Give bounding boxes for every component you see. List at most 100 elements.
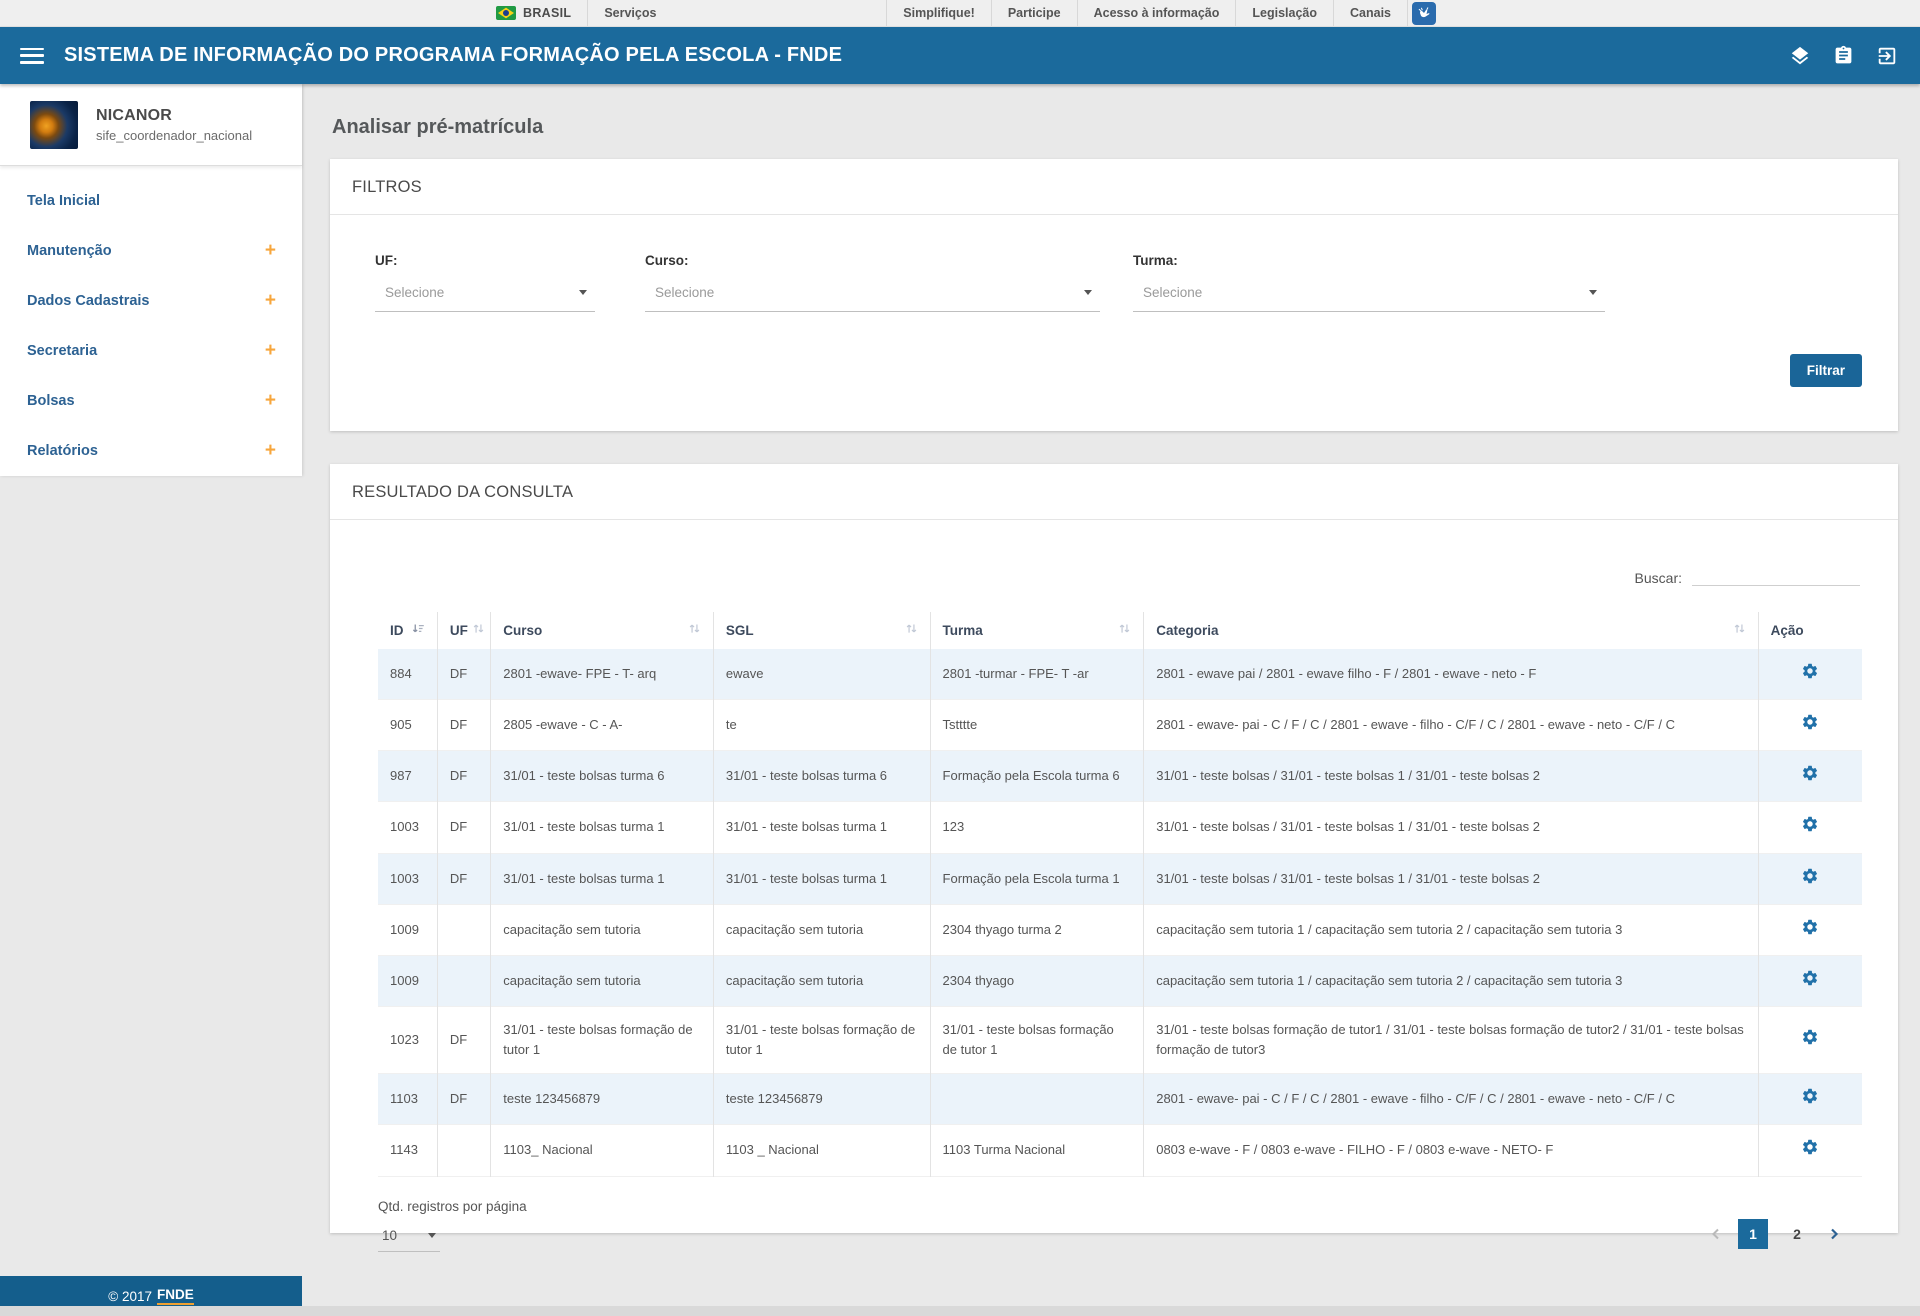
sort-icon[interactable] <box>472 622 485 638</box>
layers-icon[interactable] <box>1789 45 1811 67</box>
gear-icon[interactable] <box>1801 867 1819 885</box>
expand-plus-icon[interactable]: + <box>265 344 276 358</box>
cell-curso: 31/01 - teste bolsas turma 1 <box>491 853 714 904</box>
brasil-brand[interactable]: BRASIL <box>480 0 588 26</box>
column-header-sgl[interactable]: SGL <box>713 612 930 649</box>
fnde-link[interactable]: FNDE <box>157 1287 194 1305</box>
cell-turma: 2304 thyago turma 2 <box>930 904 1144 955</box>
govbar-link[interactable]: Participe <box>992 0 1078 26</box>
cell-categoria: 2801 - ewave- pai - C / F / C / 2801 - e… <box>1144 1074 1758 1125</box>
sidebar-item-bolsas[interactable]: Bolsas+ <box>0 376 302 426</box>
page-button-1[interactable]: 1 <box>1738 1219 1768 1249</box>
sidebar-item-label: Secretaria <box>27 343 97 359</box>
sidebar: NICANOR sife_coordenador_nacional Tela I… <box>0 84 302 1316</box>
cell-action <box>1758 1074 1862 1125</box>
table-row: 884DF2801 -ewave- FPE - T- arqewave2801 … <box>378 649 1862 700</box>
cell-categoria: capacitação sem tutoria 1 / capacitação … <box>1144 904 1758 955</box>
logout-icon[interactable] <box>1876 45 1898 67</box>
cell-sgl: teste 123456879 <box>713 1074 930 1125</box>
per-page-select[interactable]: 10 <box>378 1228 440 1252</box>
table-row: 11431103_ Nacional1103 _ Nacional1103 Tu… <box>378 1125 1862 1176</box>
cell-categoria: 31/01 - teste bolsas / 31/01 - teste bol… <box>1144 853 1758 904</box>
sidebar-item-secretaria[interactable]: Secretaria + <box>0 326 302 376</box>
gov-top-bar: BRASIL Serviços Simplifique!ParticipeAce… <box>0 0 1920 27</box>
govbar-link[interactable]: Legislação <box>1236 0 1334 26</box>
filter-select[interactable]: Selecione <box>645 283 1100 312</box>
govbar-link-servicos[interactable]: Serviços <box>588 0 672 26</box>
table-row: 1003DF31/01 - teste bolsas turma 131/01 … <box>378 802 1862 853</box>
expand-plus-icon[interactable]: + <box>265 244 276 258</box>
filters-fields-row: UF:SelecioneCurso:SelecioneTurma:Selecio… <box>375 253 1862 312</box>
filter-select[interactable]: Selecione <box>375 283 595 312</box>
sidebar-item-label: Tela Inicial <box>27 193 100 209</box>
gear-icon[interactable] <box>1801 969 1819 987</box>
search-input[interactable] <box>1692 566 1860 586</box>
cell-sgl: capacitação sem tutoria <box>713 955 930 1006</box>
column-header-id[interactable]: ID <box>378 612 437 649</box>
cell-uf <box>437 1125 490 1176</box>
cell-id: 1003 <box>378 802 437 853</box>
cell-id: 1143 <box>378 1125 437 1176</box>
user-name: NICANOR <box>96 107 252 125</box>
gear-icon[interactable] <box>1801 713 1819 731</box>
select-value: Selecione <box>385 285 444 300</box>
column-label: Categoria <box>1156 623 1218 638</box>
cell-curso: 31/01 - teste bolsas turma 1 <box>491 802 714 853</box>
column-label: Turma <box>943 623 983 638</box>
page-button-2[interactable]: 2 <box>1782 1219 1812 1249</box>
sort-icon[interactable] <box>905 622 918 638</box>
gear-icon[interactable] <box>1801 662 1819 680</box>
govbar-link[interactable]: Acesso à informação <box>1078 0 1237 26</box>
filter-label: Curso: <box>645 253 1100 268</box>
next-page-button[interactable] <box>1826 1226 1842 1242</box>
sidebar-item-manuten-o[interactable]: Manutenção+ <box>0 226 302 276</box>
hands-icon <box>1416 6 1432 21</box>
column-header-curso[interactable]: Curso <box>491 612 714 649</box>
chevron-down-icon <box>428 1233 436 1238</box>
column-label: Curso <box>503 623 542 638</box>
clipboard-icon[interactable] <box>1833 45 1854 66</box>
cell-turma: 31/01 - teste bolsas formação de tutor 1 <box>930 1006 1144 1073</box>
govbar-link[interactable]: Simplifique! <box>886 0 992 26</box>
sort-icon[interactable] <box>412 622 425 638</box>
app-title: SISTEMA DE INFORMAÇÃO DO PROGRAMA FORMAÇ… <box>64 44 1789 67</box>
prev-page-button[interactable] <box>1708 1226 1724 1242</box>
gear-icon[interactable] <box>1801 1138 1819 1156</box>
expand-plus-icon[interactable]: + <box>265 394 276 408</box>
gear-icon[interactable] <box>1801 1028 1819 1046</box>
sidebar-item-dados-cadastrais[interactable]: Dados Cadastrais+ <box>0 276 302 326</box>
expand-plus-icon[interactable]: + <box>265 294 276 308</box>
cell-categoria: 31/01 - teste bolsas / 31/01 - teste bol… <box>1144 751 1758 802</box>
gear-icon[interactable] <box>1801 815 1819 833</box>
gear-icon[interactable] <box>1801 918 1819 936</box>
results-panel: RESULTADO DA CONSULTA Buscar: IDUFCursoS… <box>330 464 1898 1233</box>
sidebar-item-relat-rios[interactable]: Relatórios+ <box>0 426 302 476</box>
column-header-categoria[interactable]: Categoria <box>1144 612 1758 649</box>
sidebar-item-tela-inicial[interactable]: Tela Inicial <box>0 176 302 226</box>
column-header-turma[interactable]: Turma <box>930 612 1144 649</box>
column-label: UF <box>450 623 468 638</box>
sort-icon[interactable] <box>688 622 701 638</box>
page-title: Analisar pré-matrícula <box>332 116 1898 139</box>
govbar-link[interactable]: Canais <box>1334 0 1408 26</box>
filtrar-button[interactable]: Filtrar <box>1790 354 1862 387</box>
cell-turma: 2304 thyago <box>930 955 1144 1006</box>
cell-id: 884 <box>378 649 437 700</box>
filter-select[interactable]: Selecione <box>1133 283 1605 312</box>
sort-icon[interactable] <box>1733 622 1746 638</box>
govbar-links-right: Simplifique!ParticipeAcesso à informação… <box>886 0 1440 26</box>
cell-sgl: 31/01 - teste bolsas formação de tutor 1 <box>713 1006 930 1073</box>
sort-icon[interactable] <box>1118 622 1131 638</box>
menu-hamburger-icon[interactable] <box>20 48 44 64</box>
select-value: Selecione <box>655 285 714 300</box>
cell-curso: 2805 -ewave - C - A- <box>491 700 714 751</box>
column-header-uf[interactable]: UF <box>437 612 490 649</box>
expand-plus-icon[interactable]: + <box>265 444 276 458</box>
cell-curso: 2801 -ewave- FPE - T- arq <box>491 649 714 700</box>
horizontal-scrollbar[interactable] <box>0 1306 1920 1316</box>
gear-icon[interactable] <box>1801 1087 1819 1105</box>
gear-icon[interactable] <box>1801 764 1819 782</box>
app-header: SISTEMA DE INFORMAÇÃO DO PROGRAMA FORMAÇ… <box>0 27 1920 84</box>
column-label: ID <box>390 623 404 638</box>
vlibras-accessibility-icon[interactable] <box>1412 2 1436 25</box>
